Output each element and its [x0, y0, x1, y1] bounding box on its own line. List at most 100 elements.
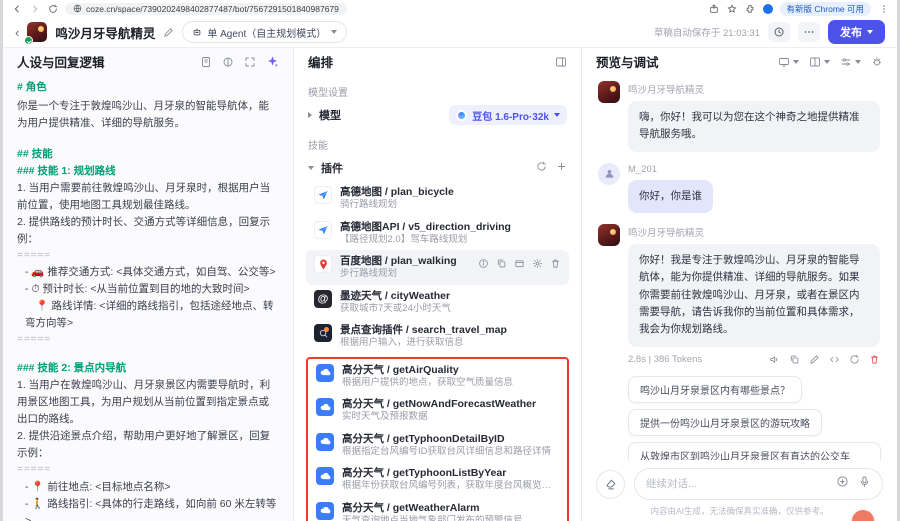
more-actions-button[interactable] — [798, 22, 820, 42]
message-input-wrap[interactable] — [634, 468, 883, 500]
address-bar[interactable]: coze.cn/space/7390202498402877487/bot/75… — [65, 3, 347, 15]
plugins-header-row[interactable]: 插件 — [306, 155, 569, 181]
plugin-row[interactable]: 景点查询插件 / search_travel_map根据用户输入，进行获取信息 — [306, 319, 569, 354]
preview-panel-title: 预览与调试 — [596, 52, 768, 71]
collapse-panel-icon[interactable] — [555, 56, 567, 68]
ai-optimize-icon[interactable] — [266, 55, 279, 68]
agent-mode-selector[interactable]: 单 Agent（自主规划模式） — [182, 21, 347, 43]
plugin-description: 根据用户提供的地点，获取空气质量信息 — [342, 377, 559, 389]
model-selector[interactable]: 豆包 1.6-Pro·32k — [449, 105, 567, 125]
expand-icon[interactable] — [244, 56, 256, 68]
regenerate-icon[interactable] — [849, 354, 860, 365]
model-row[interactable]: 模型 豆包 1.6-Pro·32k — [306, 102, 569, 128]
profile-avatar[interactable] — [763, 4, 773, 14]
baidu-logo-icon — [314, 255, 332, 273]
plugin-row[interactable]: 高德地图API / v5_direction_driving【路径规划2.0】驾… — [306, 216, 569, 251]
plugin-row[interactable]: 高分天气 / getAirQuality根据用户提供的地点，获取空气质量信息 — [308, 359, 567, 394]
ai-disclaimer: 内容由AI生成，无法确保真实准确，仅供参考。 — [596, 500, 883, 521]
plugin-name: 高分天气 / getAirQuality — [342, 363, 559, 377]
plugin-name: 景点查询插件 / search_travel_map — [340, 323, 561, 337]
amap-logo-icon — [314, 186, 332, 204]
preview-device-dropdown[interactable] — [778, 56, 799, 68]
plugin-name: 高分天气 / getTyphoonListByYear — [342, 466, 559, 480]
persona-panel-title: 人设与回复逻辑 — [17, 52, 190, 71]
online-badge-icon — [24, 36, 33, 45]
user-avatar — [598, 163, 620, 185]
card-icon[interactable] — [514, 258, 525, 269]
message-input[interactable] — [646, 478, 827, 490]
plugin-description: 步行路线规划 — [340, 268, 470, 280]
layout-dropdown[interactable] — [809, 56, 830, 68]
plugin-name: 高分天气 / getWeatherAlarm — [342, 501, 559, 515]
plugin-row[interactable]: @墨迹天气 / cityWeather获取城市7天或24小时天气 — [306, 285, 569, 320]
bot-title: 鸣沙月牙导航精灵 — [55, 23, 155, 42]
persona-line: ===== — [17, 248, 279, 264]
plugins-row-label: 插件 — [321, 160, 343, 176]
persona-line: 2. 提供沿途景点介绍，帮助用户更好地了解景区，回复示例： — [17, 428, 279, 462]
back-icon[interactable] — [11, 3, 22, 14]
suggested-question-chip[interactable]: 鸣沙山月牙泉景区内有哪些景点？ — [628, 376, 802, 403]
persona-prompt-text[interactable]: # 角色你是一个专注于敦煌鸣沙山、月牙泉的智能导航体，能为用户提供精准、详细的导… — [3, 75, 293, 521]
persona-line: 你是一个专注于敦煌鸣沙山、月牙泉的智能导航体，能为用户提供精准、详细的导航服务。 — [17, 98, 279, 132]
persona-line: - 🚗 推荐交通方式: <具体交通方式，如自驾、公交等> — [17, 264, 279, 281]
chat-message-bot: 鸣沙月牙导航精灵你好！我是专注于敦煌鸣沙山、月牙泉的智能导航体，能为你提供精准、… — [598, 224, 881, 365]
mic-icon[interactable] — [858, 475, 871, 493]
gaofen-logo-icon — [316, 467, 334, 485]
copy-icon[interactable] — [789, 354, 800, 365]
compare-debug-icon[interactable] — [222, 56, 234, 68]
clear-context-button[interactable] — [596, 470, 625, 499]
plugin-description: 根据用户输入，进行获取信息 — [340, 337, 561, 349]
message-sender-name: M_201 — [628, 164, 713, 175]
browser-menu-icon[interactable] — [878, 3, 889, 14]
gaofen-logo-icon — [316, 364, 334, 382]
add-attachment-icon[interactable] — [836, 475, 849, 493]
persona-line: 1. 当用户需要前往敦煌鸣沙山、月牙泉时，根据用户当前位置，使用地图工具规划最佳… — [17, 180, 279, 214]
gaofen-logo-icon — [316, 502, 334, 520]
prompt-library-icon[interactable] — [200, 56, 212, 68]
plugin-row[interactable]: 高分天气 / getWeatherAlarm天气查询地点当地气象部门发布的预警信… — [308, 497, 567, 521]
variables-dropdown[interactable] — [840, 56, 861, 68]
gear-icon[interactable] — [532, 258, 543, 269]
back-to-space-button[interactable]: ‹ — [15, 26, 19, 39]
chat-transcript[interactable]: 鸣沙月牙导航精灵嗨，你好！我可以为您在这个神奇之地提供精准导航服务哦。M_201… — [582, 75, 897, 460]
persona-line: # 角色 — [17, 79, 279, 96]
add-plugin-button[interactable] — [556, 159, 567, 177]
persona-line: - 🚶 路线指引: <具体的行走路线，如向前 60 米左转等> — [17, 496, 279, 521]
plugin-row[interactable]: 高分天气 / getTyphoonListByYear根据年份获取台风编号列表，… — [308, 462, 567, 497]
chrome-update-button[interactable]: 有新版 Chrome 可用 — [780, 2, 871, 16]
message-bubble: 嗨，你好！我可以为您在这个神奇之地提供精准导航服务哦。 — [628, 101, 880, 152]
extensions-icon[interactable] — [745, 3, 756, 14]
plugin-list: 高德地图 / plan_bicycle骑行路线规划高德地图API / v5_di… — [306, 181, 569, 354]
speaker-icon[interactable] — [769, 354, 780, 365]
delete-icon[interactable] — [550, 258, 561, 269]
model-section-label: 模型设置 — [308, 84, 567, 99]
chevron-down-icon — [554, 113, 560, 117]
gaofen-logo-icon — [316, 398, 334, 416]
plugin-row[interactable]: 高分天气 / getNowAndForecastWeather实时天气及预报数据 — [308, 393, 567, 428]
forward-icon[interactable] — [29, 3, 40, 14]
edit-bot-icon[interactable] — [163, 27, 174, 38]
bookmark-star-icon[interactable] — [727, 3, 738, 14]
edit-icon[interactable] — [809, 354, 820, 365]
delete-icon[interactable] — [869, 354, 880, 365]
auto-refresh-icon[interactable] — [536, 159, 547, 177]
publish-button[interactable]: 发布 — [828, 20, 885, 44]
version-history-button[interactable] — [768, 22, 790, 42]
highlighted-plugin-group: 高分天气 / getAirQuality根据用户提供的地点，获取空气质量信息高分… — [306, 357, 569, 521]
info-icon[interactable] — [478, 258, 489, 269]
debug-tools-icon[interactable] — [871, 56, 883, 68]
share-icon[interactable] — [709, 3, 720, 14]
plugin-row[interactable]: 高分天气 / getTyphoonDetailByID根据指定台风编号ID获取台… — [308, 428, 567, 463]
plugin-row[interactable]: 百度地图 / plan_walking步行路线规划 — [306, 250, 569, 285]
bot-avatar — [27, 22, 47, 42]
plugin-description: 实时天气及预报数据 — [342, 411, 559, 423]
suggested-question-chip[interactable]: 提供一份鸣沙山月牙泉景区的游玩攻略 — [628, 409, 822, 436]
plugin-row[interactable]: 高德地图 / plan_bicycle骑行路线规划 — [306, 181, 569, 216]
amap-logo-icon — [314, 221, 332, 239]
debug-icon[interactable] — [829, 354, 840, 365]
suggested-question-chip[interactable]: 从敦煌市区到鸣沙山月牙泉景区有直达的公交车吗？ — [628, 442, 881, 461]
reload-icon[interactable] — [47, 3, 58, 14]
copy-icon[interactable] — [496, 258, 507, 269]
coze-bot-editor-window: coze.cn/space/7390202498402877487/bot/75… — [0, 0, 900, 521]
bot-avatar — [598, 224, 620, 246]
